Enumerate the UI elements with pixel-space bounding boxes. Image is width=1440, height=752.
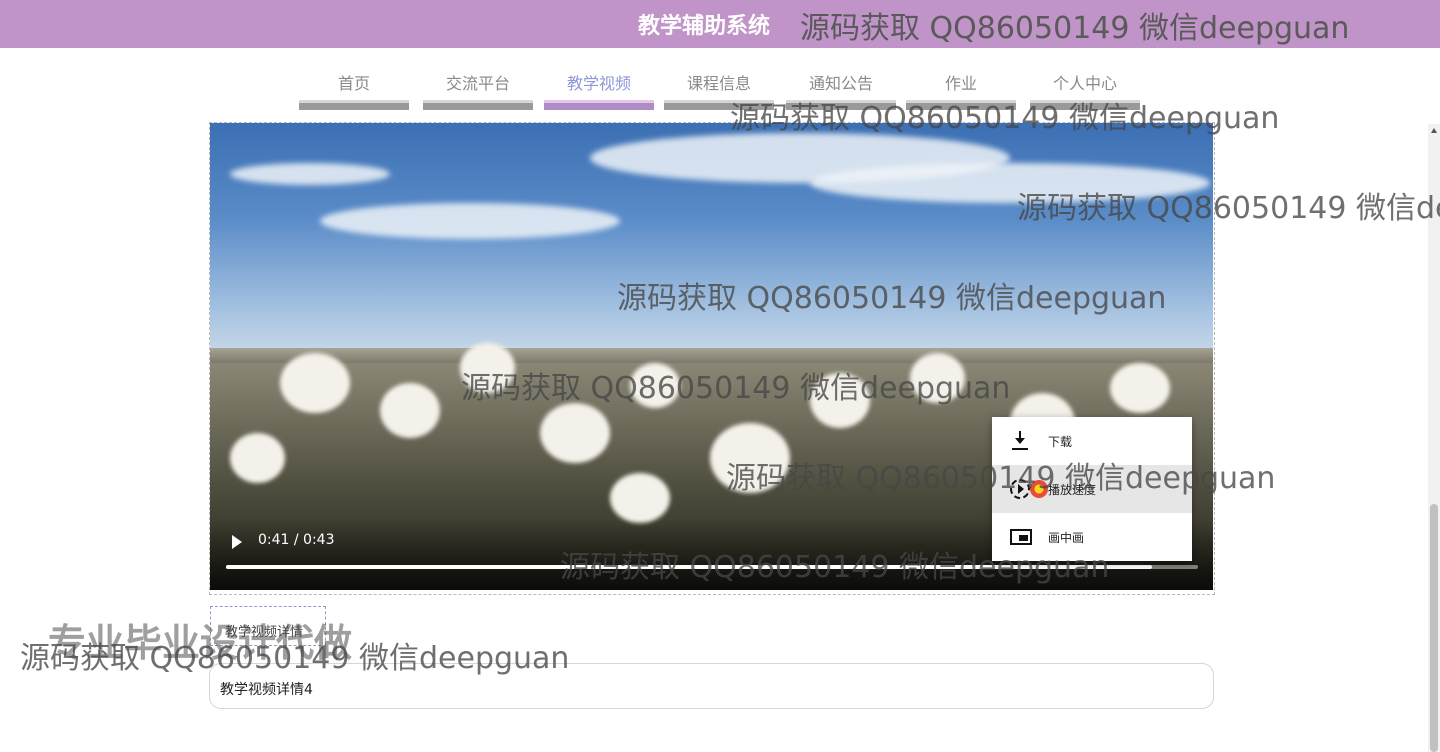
nav-underline [299,100,409,110]
nav-item-course-info[interactable]: 课程信息 [664,70,774,114]
video-detail-content: 教学视频详情4 [209,663,1214,709]
video-cloud [230,163,390,185]
video-cloud [320,203,620,239]
cotton-puff [380,383,440,438]
top-header: 教学辅助系统 源码获取 QQ86050149 微信deepguan [0,0,1440,48]
cotton-puff [710,423,790,493]
picture-in-picture-icon [1010,529,1032,545]
nav-label: 通知公告 [808,74,873,93]
playback-speed-icon [1010,479,1030,499]
scroll-up-arrow-icon[interactable] [1431,128,1437,133]
cotton-puff [540,403,610,463]
scroll-thumb[interactable] [1430,504,1438,752]
nav-item-home[interactable]: 首页 [299,70,409,114]
cotton-puff [610,473,670,523]
menu-item-playback-speed[interactable]: 播放速度 [992,465,1192,513]
tab-video-detail[interactable]: 教学视频详情 [210,606,326,646]
cotton-puff [910,353,965,403]
nav-underline [786,100,896,110]
cotton-puff [630,363,680,408]
menu-item-label: 画中画 [1048,531,1085,545]
nav-label: 教学视频 [566,74,631,93]
menu-item-label: 下载 [1048,435,1073,449]
play-icon[interactable] [230,535,244,549]
system-title: 教学辅助系统 [638,14,771,39]
nav-underline-active [544,100,654,110]
menu-item-download[interactable]: 下载 [992,417,1192,465]
nav-label: 交流平台 [445,74,510,93]
nav-item-teaching-video[interactable]: 教学视频 [544,70,654,114]
menu-item-label: 播放速度 [1048,483,1097,497]
menu-item-picture-in-picture[interactable]: 画中画 [992,513,1192,561]
page-scrollbar[interactable] [1428,124,1440,752]
nav-underline [423,100,533,110]
cotton-puff [230,433,285,483]
nav-label: 课程信息 [686,74,751,93]
nav-item-forum[interactable]: 交流平台 [423,70,533,114]
nav-underline [1030,100,1140,110]
header-watermark: 源码获取 QQ86050149 微信deepguan [800,11,1350,46]
video-time: 0:41 / 0:43 [258,532,335,548]
video-cloud [810,163,1210,203]
download-icon [1012,431,1028,451]
cotton-puff [460,343,515,393]
cotton-puff [810,373,870,428]
mouse-cursor-highlight [1030,480,1048,498]
video-progress-bar[interactable] [226,565,1198,569]
main-nav: 首页 交流平台 教学视频 课程信息 通知公告 作业 个人中心 [296,70,1156,114]
nav-underline [664,100,774,110]
nav-item-notices[interactable]: 通知公告 [786,70,896,114]
nav-label: 个人中心 [1052,74,1117,93]
nav-item-personal-center[interactable]: 个人中心 [1030,70,1140,114]
nav-label: 作业 [944,74,977,93]
nav-underline [906,100,1016,110]
video-progress-fill [226,565,1153,569]
cotton-puff [280,353,350,413]
nav-label: 首页 [337,74,370,93]
cotton-puff [1110,363,1170,413]
nav-item-homework[interactable]: 作业 [906,70,1016,114]
video-context-menu: 下载 播放速度 画中画 [992,417,1192,561]
